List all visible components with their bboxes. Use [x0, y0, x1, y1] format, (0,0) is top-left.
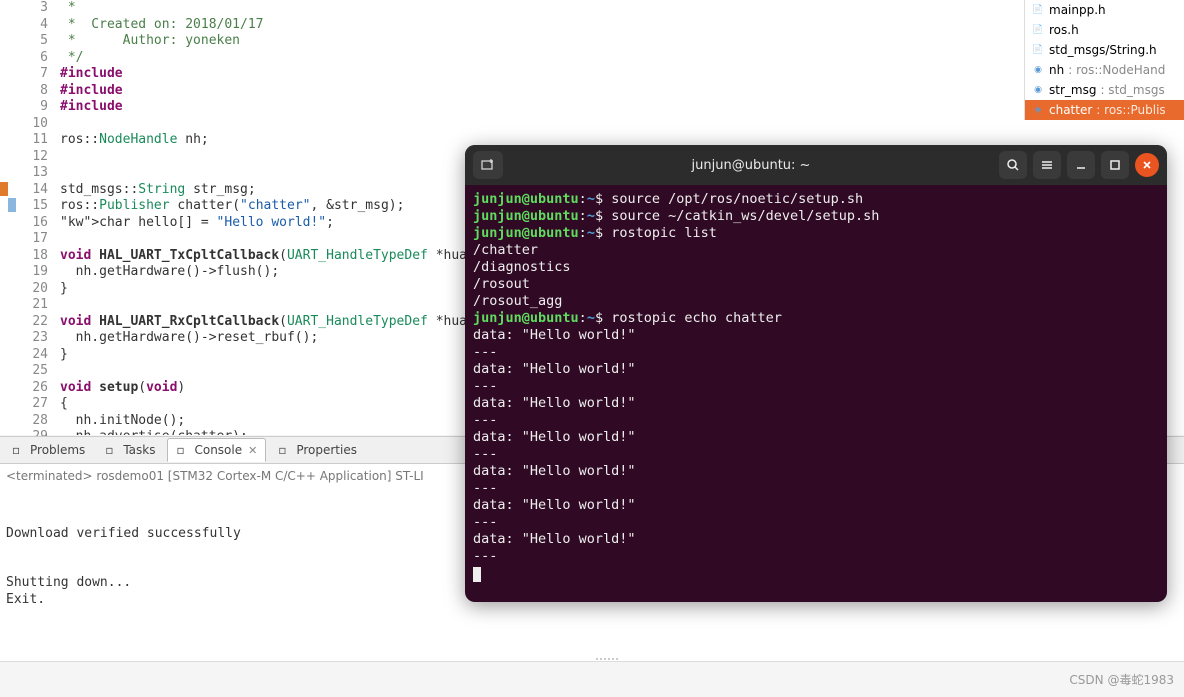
maximize-icon [1109, 159, 1121, 171]
tab-icon: ▫ [12, 443, 26, 457]
tab-tasks[interactable]: ▫Tasks [97, 439, 163, 461]
tab-properties[interactable]: ▫Properties [270, 439, 365, 461]
outline-item-mainpp-h[interactable]: 📄mainpp.h [1025, 0, 1184, 20]
tab-icon: ▫ [105, 443, 119, 457]
outline-item-chatter[interactable]: ◈chatter: ros::Publis [1025, 100, 1184, 120]
outline-item-str-msg[interactable]: ◉str_msg: std_msgs [1025, 80, 1184, 100]
gutter-marker [0, 182, 8, 196]
terminal-body[interactable]: junjun@ubuntu:~$ source /opt/ros/noetic/… [465, 185, 1167, 602]
minimize-icon [1075, 159, 1087, 171]
hamburger-icon [1040, 158, 1054, 172]
status-bar: CSDN @毒蛇1983 [0, 661, 1184, 697]
new-tab-icon [481, 158, 495, 172]
search-icon [1006, 158, 1020, 172]
outline-item-std-msgs-string-h[interactable]: 📄std_msgs/String.h [1025, 40, 1184, 60]
outline-item-ros-h[interactable]: 📄ros.h [1025, 20, 1184, 40]
editor-gutter [0, 0, 16, 435]
terminal-new-tab[interactable] [473, 151, 503, 179]
watermark-text: CSDN @毒蛇1983 [1069, 671, 1174, 688]
close-button[interactable] [1135, 153, 1159, 177]
tab-console[interactable]: ▫Console✕ [167, 438, 266, 462]
terminal-search-button[interactable] [999, 151, 1027, 179]
line-numbers: 3 4 5 6 7 8 9 10 11 12 13 14 15 16 17 18… [16, 0, 56, 435]
outline-item-icon: ◉ [1031, 83, 1045, 97]
terminal-title: junjun@ubuntu: ~ [509, 158, 993, 173]
maximize-button[interactable] [1101, 151, 1129, 179]
outline-item-icon: ◈ [1031, 103, 1045, 117]
tab-problems[interactable]: ▫Problems [4, 439, 93, 461]
outline-item-icon: 📄 [1031, 23, 1045, 37]
gutter-marker [8, 198, 16, 212]
outline-panel[interactable]: 📄mainpp.h📄ros.h📄std_msgs/String.h◉nh: ro… [1024, 0, 1184, 120]
outline-item-nh[interactable]: ◉nh: ros::NodeHand [1025, 60, 1184, 80]
terminal-menu-button[interactable] [1033, 151, 1061, 179]
tab-icon: ▫ [176, 443, 190, 457]
drag-handle[interactable] [592, 658, 622, 666]
outline-item-icon: 📄 [1031, 3, 1045, 17]
close-icon [1141, 159, 1153, 171]
tab-close-icon[interactable]: ✕ [248, 444, 257, 457]
tab-icon: ▫ [278, 443, 292, 457]
terminal-window[interactable]: junjun@ubuntu: ~ junjun@ubuntu:~$ source… [465, 145, 1167, 602]
outline-item-icon: ◉ [1031, 63, 1045, 77]
outline-item-icon: 📄 [1031, 43, 1045, 57]
terminal-titlebar[interactable]: junjun@ubuntu: ~ [465, 145, 1167, 185]
minimize-button[interactable] [1067, 151, 1095, 179]
